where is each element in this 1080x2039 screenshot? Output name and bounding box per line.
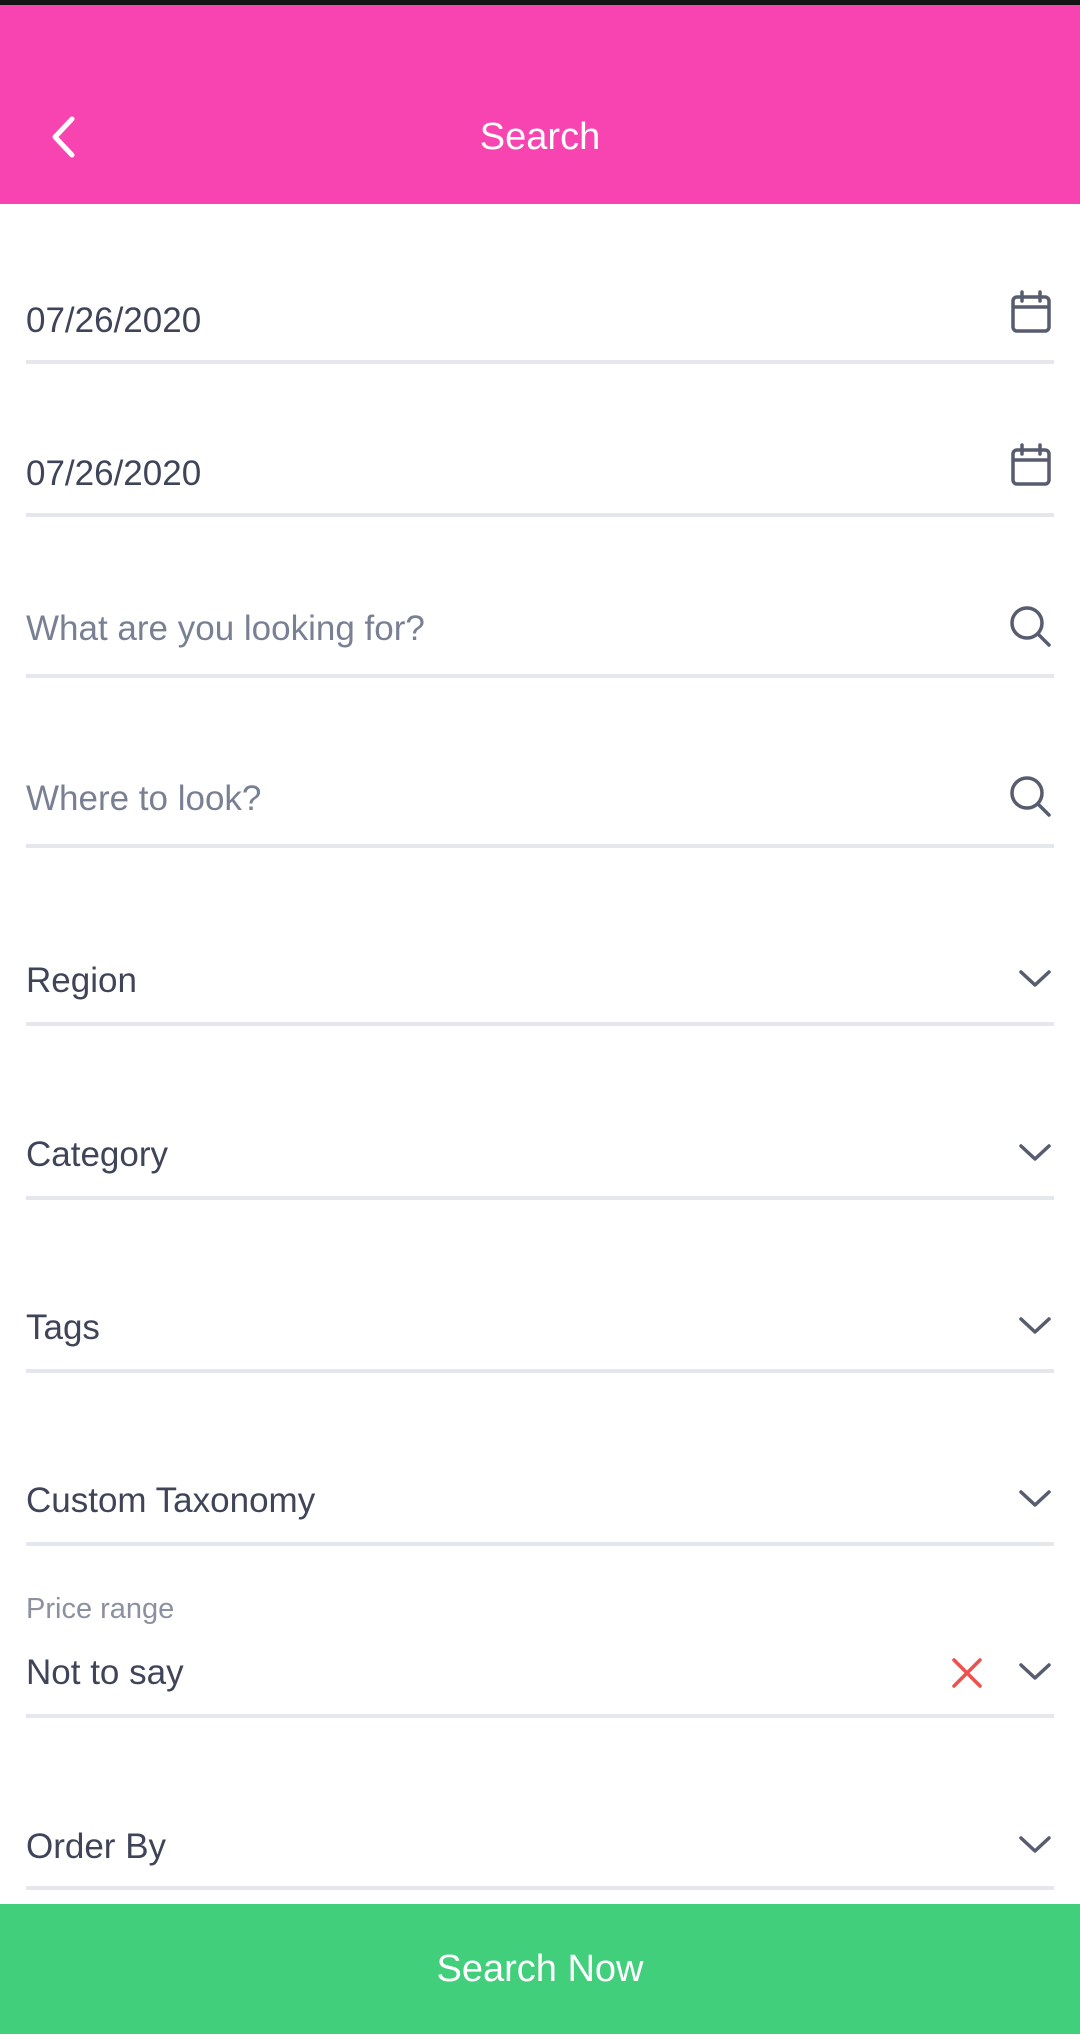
close-icon[interactable] <box>950 1656 984 1695</box>
chevron-down-icon[interactable] <box>1018 1142 1052 1169</box>
location-search-input[interactable]: Where to look? <box>26 778 261 820</box>
end-date-value: 07/26/2020 <box>26 454 202 493</box>
price-range-select[interactable]: Price range Not to say <box>26 1590 1054 1718</box>
keyword-search-input[interactable]: What are you looking for? <box>26 608 425 650</box>
chevron-down-icon[interactable] <box>1018 1488 1052 1515</box>
location-search-field[interactable]: Where to look? <box>26 738 1054 848</box>
search-icon[interactable] <box>1008 774 1052 823</box>
order-by-select[interactable]: Order By <box>26 1786 1054 1890</box>
keyword-search-field[interactable]: What are you looking for? <box>26 568 1054 678</box>
chevron-down-icon[interactable] <box>1018 1315 1052 1342</box>
tags-label: Tags <box>26 1308 100 1347</box>
category-select[interactable]: Category <box>26 1094 1054 1200</box>
chevron-down-icon[interactable] <box>1018 968 1052 995</box>
custom-taxonomy-select[interactable]: Custom Taxonomy <box>26 1440 1054 1546</box>
end-date-field[interactable]: 07/26/2020 <box>26 413 1054 517</box>
search-icon[interactable] <box>1008 604 1052 653</box>
calendar-icon[interactable] <box>1010 290 1052 339</box>
region-select[interactable]: Region <box>26 920 1054 1026</box>
price-range-label: Price range <box>26 1593 175 1625</box>
search-now-button[interactable]: Search Now <box>0 1904 1080 2034</box>
custom-taxonomy-label: Custom Taxonomy <box>26 1481 316 1520</box>
search-now-label: Search Now <box>436 1947 644 1990</box>
tags-select[interactable]: Tags <box>26 1267 1054 1373</box>
order-by-label: Order By <box>26 1827 167 1866</box>
bottom-edge <box>0 2034 1080 2039</box>
chevron-down-icon[interactable] <box>1018 1834 1052 1861</box>
start-date-field[interactable]: 07/26/2020 <box>26 260 1054 364</box>
price-range-value: Not to say <box>26 1653 184 1692</box>
app-bar: Search <box>0 5 1080 204</box>
category-label: Category <box>26 1135 169 1174</box>
page-title: Search <box>479 116 601 158</box>
region-label: Region <box>26 961 137 1000</box>
calendar-icon[interactable] <box>1010 443 1052 492</box>
chevron-down-icon[interactable] <box>1018 1661 1052 1688</box>
start-date-value: 07/26/2020 <box>26 301 202 340</box>
